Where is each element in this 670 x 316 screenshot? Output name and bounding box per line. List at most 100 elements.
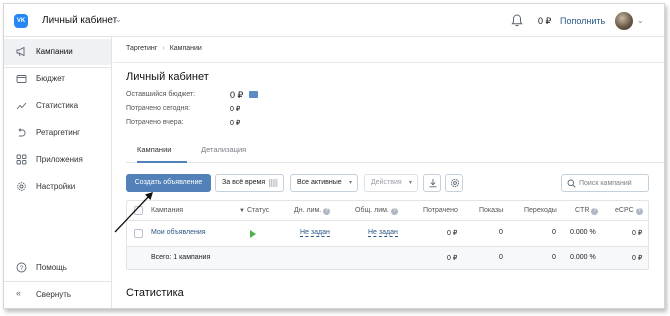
sidebar-collapse[interactable]: « Свернуть xyxy=(4,282,111,308)
actions-select[interactable]: Действия ▾ xyxy=(364,174,418,192)
megaphone-icon xyxy=(16,46,25,57)
page-title: Личный кабинет xyxy=(126,71,209,83)
period-select-label: За всё время xyxy=(222,179,266,186)
table-footer: Всего: 1 кампания 0 ₽ 0 0 0.000 % 0 ₽ xyxy=(127,247,648,269)
chart-icon xyxy=(16,102,27,110)
column-header-label: CTR xyxy=(575,207,590,214)
column-header-campaign[interactable]: Кампания xyxy=(151,207,183,214)
balance-value: 0 ₽ xyxy=(538,16,552,26)
stat-value: 0 ₽ xyxy=(230,106,241,113)
help-icon[interactable]: ? xyxy=(323,208,331,215)
sidebar-item-campaigns[interactable]: Кампании xyxy=(4,39,111,65)
gear-icon xyxy=(17,182,26,191)
clicks-cell: 0 xyxy=(552,229,556,236)
sidebar-item-apps[interactable]: Приложения xyxy=(4,147,111,173)
sidebar-collapse-label: Свернуть xyxy=(36,290,72,299)
help-icon[interactable]: ? xyxy=(591,208,599,215)
total-label: Всего: 1 кампания xyxy=(151,254,211,261)
search-box[interactable] xyxy=(561,174,649,192)
column-header-impressions[interactable]: Показы xyxy=(479,207,503,214)
app-title[interactable]: Личный кабинет xyxy=(42,15,117,26)
chevron-down-icon[interactable]: ⌄ xyxy=(115,15,122,24)
spent-cell: 0 ₽ xyxy=(447,230,458,237)
divider xyxy=(113,62,664,63)
total-clicks: 0 xyxy=(552,254,556,261)
svg-text:?: ? xyxy=(20,265,24,272)
sidebar-item-budget[interactable]: Бюджет xyxy=(4,66,111,92)
tab-details[interactable]: Детализация xyxy=(201,145,246,154)
chevron-down-icon: ▾ xyxy=(408,180,412,186)
sidebar-item-retargeting[interactable]: Ретаргетинг xyxy=(4,120,111,146)
breadcrumb: Таргетинг › Кампании xyxy=(126,45,202,52)
download-icon xyxy=(429,179,437,188)
vk-logo[interactable]: VK xyxy=(14,14,28,28)
topup-link[interactable]: Пополнить xyxy=(560,16,605,26)
ecpc-cell: 0 ₽ xyxy=(632,230,643,237)
sidebar-item-statistics[interactable]: Статистика xyxy=(4,93,111,119)
breadcrumb-item: Кампании xyxy=(169,45,202,52)
period-select[interactable]: За всё время xyxy=(215,174,284,192)
gear-icon xyxy=(450,178,460,188)
column-header-spent[interactable]: Потрачено xyxy=(423,207,458,214)
total-ecpc: 0 ₽ xyxy=(632,255,643,262)
sidebar-item-settings[interactable]: Настройки xyxy=(4,174,111,200)
tab-bar: Кампании Детализация xyxy=(126,141,664,163)
play-icon[interactable] xyxy=(250,230,256,238)
total-spent: 0 ₽ xyxy=(447,255,458,262)
table-row[interactable]: Мои объявления Не задан Не задан 0 ₽ 0 0… xyxy=(127,221,648,247)
sort-down-icon[interactable]: ▼ xyxy=(239,208,245,214)
day-limit-value[interactable]: Не задан xyxy=(300,229,330,237)
chevron-down-icon[interactable]: ⌄ xyxy=(637,16,644,25)
sidebar-item-label: Статистика xyxy=(36,101,79,110)
breadcrumb-item[interactable]: Таргетинг xyxy=(126,45,157,52)
column-header-label: eCPC xyxy=(615,207,634,214)
column-header-total-limit[interactable]: Общ. лим.? xyxy=(355,207,398,215)
chevron-down-icon: ▾ xyxy=(348,180,352,186)
tab-campaigns[interactable]: Кампании xyxy=(137,145,171,154)
total-limit-value[interactable]: Не задан xyxy=(368,229,398,237)
stat-label: Потрачено сегодня: xyxy=(126,105,191,112)
help-icon[interactable]: ? xyxy=(390,208,398,215)
ctr-cell: 0.000 % xyxy=(570,229,596,236)
column-header-status[interactable]: Статус xyxy=(247,207,269,214)
column-header-clicks[interactable]: Переходы xyxy=(524,207,557,214)
help-icon[interactable]: ? xyxy=(635,208,643,215)
total-ctr: 0.000 % xyxy=(570,254,596,261)
column-header-ecpc[interactable]: eCPC? xyxy=(615,207,643,215)
top-bar: VK Личный кабинет ⌄ 0 ₽ Пополнить ⌄ xyxy=(4,4,664,37)
sidebar-item-label: Ретаргетинг xyxy=(36,128,81,137)
search-input[interactable] xyxy=(579,178,645,189)
sidebar-item-label: Бюджет xyxy=(36,74,65,83)
double-chevron-left-icon: « xyxy=(16,288,22,298)
sidebar-item-label: Кампании xyxy=(36,47,73,56)
column-header-label: Дн. лим. xyxy=(294,207,322,214)
day-limit-cell[interactable]: Не задан xyxy=(300,229,330,237)
column-header-day-limit[interactable]: Дн. лим.? xyxy=(294,207,331,215)
sidebar-help-label: Помощь xyxy=(36,263,67,272)
app-window: VK Личный кабинет ⌄ 0 ₽ Пополнить ⌄ Камп… xyxy=(3,3,665,309)
column-header-label: Общ. лим. xyxy=(355,207,389,214)
search-icon xyxy=(567,179,576,188)
avatar[interactable] xyxy=(615,12,633,30)
create-ad-button[interactable]: Создать объявление xyxy=(126,174,211,192)
apps-icon xyxy=(16,154,27,165)
sidebar-item-label: Настройки xyxy=(36,182,76,191)
bell-icon[interactable] xyxy=(511,14,523,27)
stat-value: 0 ₽ xyxy=(230,90,244,100)
breadcrumb-separator: › xyxy=(162,45,165,52)
download-button[interactable] xyxy=(423,174,441,192)
campaigns-table: Кампания ▼ Статус Дн. лим.? Общ. лим.? П… xyxy=(126,200,649,270)
tab-active-indicator xyxy=(137,161,187,163)
total-impressions: 0 xyxy=(499,254,503,261)
campaign-name-link[interactable]: Мои объявления xyxy=(151,229,206,236)
column-header-ctr[interactable]: CTR? xyxy=(575,207,599,215)
table-settings-button[interactable] xyxy=(445,174,463,192)
wallet-icon[interactable] xyxy=(249,91,258,98)
total-limit-cell[interactable]: Не задан xyxy=(368,229,398,237)
row-checkbox[interactable] xyxy=(134,229,143,238)
sidebar-item-help[interactable]: ? Помощь xyxy=(4,255,111,281)
table-header: Кампания ▼ Статус Дн. лим.? Общ. лим.? П… xyxy=(127,201,648,221)
stat-label: Оставшийся бюджет: xyxy=(126,91,196,98)
select-all-checkbox[interactable] xyxy=(134,206,143,215)
status-filter-select[interactable]: Все активные ▾ xyxy=(290,174,358,192)
